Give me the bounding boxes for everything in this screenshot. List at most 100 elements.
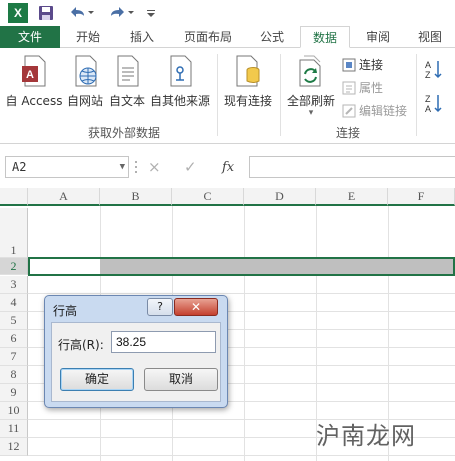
column-header-e[interactable]: E [316, 188, 388, 206]
excel-app-icon[interactable]: X [8, 3, 28, 23]
formula-bar: A2 ▼ × ✓ fx [0, 150, 455, 184]
ribbon-data: A 自 Access 自网站 自文本 自其他来源 获取外部数据 现有连接 全部刷… [0, 48, 455, 144]
row-header-8[interactable]: 8 [0, 366, 28, 384]
from-access-label: 自 Access [5, 94, 63, 108]
other-sources-icon [170, 55, 192, 87]
customize-icon[interactable] [144, 3, 158, 23]
sort-descending-button[interactable]: ZA [424, 92, 444, 114]
connections-icon [342, 58, 356, 71]
get-external-data-group-label: 获取外部数据 [87, 126, 160, 140]
connections-group-label: 连接 [335, 126, 360, 140]
tab-file[interactable]: 文件 [0, 26, 60, 48]
svg-text:Z: Z [425, 70, 431, 80]
column-header-a[interactable]: A [28, 188, 100, 206]
formula-input[interactable] [249, 156, 455, 178]
from-text-button[interactable]: 自文本 [106, 54, 148, 109]
quick-access-toolbar: X [0, 0, 455, 26]
row-gridline [28, 293, 455, 294]
svg-text:A: A [425, 104, 431, 114]
row-header-1[interactable]: 1 [0, 208, 28, 258]
dropdown-arrow-icon: ▾ [308, 108, 314, 118]
edit-links-button[interactable]: 编辑链接 [342, 102, 407, 119]
row-header-11[interactable]: 11 [0, 420, 28, 438]
svg-text:A: A [425, 60, 431, 70]
row-height-label: 行高(R): [58, 338, 104, 352]
tab-view[interactable]: 视图 [408, 26, 452, 48]
dialog-body: 行高(R): 38.25 确定 取消 [51, 322, 221, 402]
help-icon[interactable]: ? [147, 298, 173, 316]
row-header-2[interactable]: 2 [0, 258, 28, 275]
column-header-b[interactable]: B [100, 188, 172, 206]
row-header-5[interactable]: 5 [0, 312, 28, 330]
row-height-dialog: 行高 ? ✕ 行高(R): 38.25 确定 取消 [44, 295, 228, 408]
ribbon-separator [280, 54, 281, 136]
ribbon-separator [217, 54, 218, 136]
from-web-button[interactable]: 自网站 [64, 54, 106, 109]
properties-button[interactable]: 属性 [342, 79, 383, 96]
refresh-icon [299, 55, 321, 87]
row-header-3[interactable]: 3 [0, 276, 28, 294]
sort-descending-icon: ZA [425, 94, 442, 114]
ribbon-tabs: 文件 开始 插入 页面布局 公式 数据 审阅 视图 [0, 26, 455, 48]
ok-button[interactable]: 确定 [60, 368, 134, 391]
tab-page-layout[interactable]: 页面布局 [174, 26, 242, 48]
from-web-label: 自网站 [66, 94, 103, 108]
sort-ascending-icon: AZ [425, 60, 442, 80]
refresh-all-label: 全部刷新 [286, 94, 335, 108]
properties-label: 属性 [359, 81, 384, 95]
tab-formulas[interactable]: 公式 [250, 26, 294, 48]
sort-ascending-button[interactable]: AZ [424, 58, 444, 80]
tab-review[interactable]: 审阅 [356, 26, 400, 48]
existing-connections-label: 现有连接 [223, 94, 272, 108]
cancel-icon[interactable]: × [148, 156, 161, 178]
properties-icon [342, 81, 356, 94]
refresh-all-button[interactable]: 全部刷新 ▾ [284, 54, 338, 118]
watermark-text: 沪南龙网 [316, 422, 416, 450]
redo-icon[interactable] [106, 3, 136, 23]
chevron-down-icon[interactable]: ▼ [120, 157, 125, 177]
connections-label: 连接 [359, 58, 384, 72]
close-icon[interactable]: ✕ [174, 298, 218, 316]
text-file-icon [117, 55, 139, 87]
existing-connections-button[interactable]: 现有连接 [220, 54, 276, 109]
svg-text:A: A [26, 69, 34, 81]
row-header-12[interactable]: 12 [0, 438, 28, 456]
dialog-title: 行高 [53, 304, 78, 318]
edit-links-icon [342, 104, 356, 117]
row-gridline [28, 455, 455, 456]
tab-data[interactable]: 数据 [300, 26, 350, 48]
from-text-label: 自文本 [108, 94, 145, 108]
select-all-corner[interactable] [0, 188, 28, 206]
web-icon [75, 55, 97, 87]
formula-bar-separator [134, 156, 138, 178]
column-header-f[interactable]: F [388, 188, 455, 206]
column-header-c[interactable]: C [172, 188, 244, 206]
name-box-value: A2 [12, 160, 27, 174]
row-header-7[interactable]: 7 [0, 348, 28, 366]
column-gridline [244, 206, 245, 461]
from-other-sources-button[interactable]: 自其他来源 [148, 54, 212, 109]
cancel-button[interactable]: 取消 [144, 368, 218, 391]
name-box[interactable]: A2 ▼ [5, 156, 129, 178]
active-cell-a2[interactable] [30, 259, 100, 274]
access-icon: A [22, 55, 46, 87]
insert-function-icon[interactable]: fx [222, 156, 234, 178]
row-header-9[interactable]: 9 [0, 384, 28, 402]
row-header-4[interactable]: 4 [0, 294, 28, 312]
ribbon-separator [416, 54, 417, 136]
existing-connections-icon [236, 55, 260, 87]
column-header-d[interactable]: D [244, 188, 316, 206]
connections-button[interactable]: 连接 [342, 56, 383, 73]
enter-icon[interactable]: ✓ [184, 156, 197, 178]
row-header-10[interactable]: 10 [0, 402, 28, 420]
from-access-button[interactable]: A 自 Access [4, 54, 64, 109]
row-header-6[interactable]: 6 [0, 330, 28, 348]
undo-icon[interactable] [66, 3, 96, 23]
tab-insert[interactable]: 插入 [120, 26, 164, 48]
row-height-input[interactable]: 38.25 [111, 331, 216, 353]
svg-text:Z: Z [425, 94, 431, 104]
from-other-sources-label: 自其他来源 [149, 94, 210, 108]
save-icon[interactable] [36, 3, 56, 23]
tab-home[interactable]: 开始 [66, 26, 110, 48]
edit-links-label: 编辑链接 [359, 104, 408, 118]
